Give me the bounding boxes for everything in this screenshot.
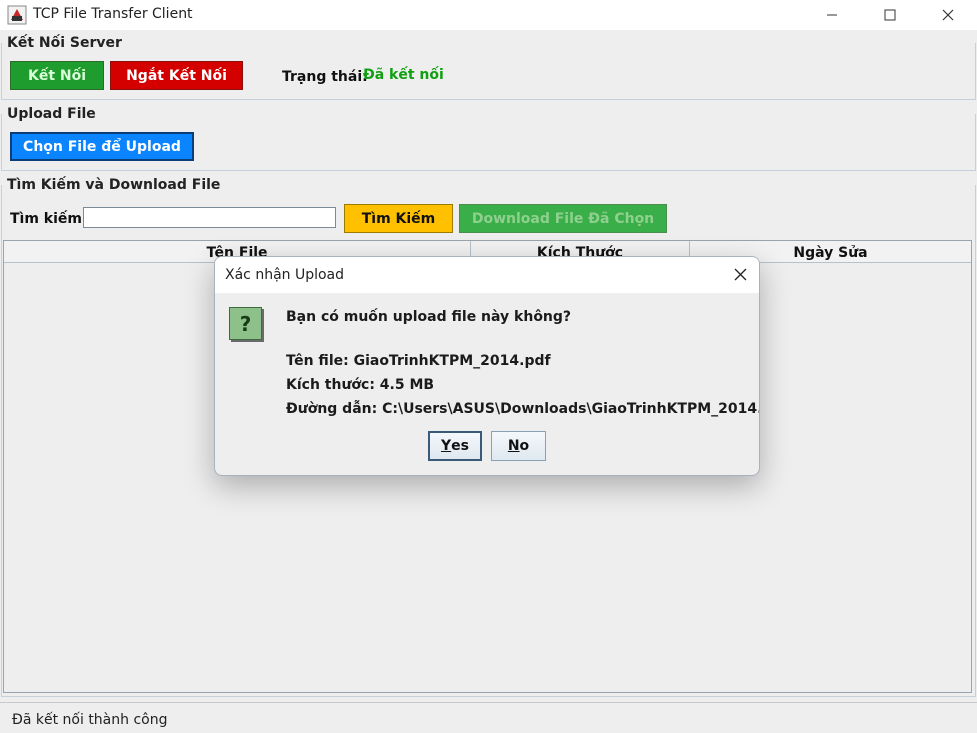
disconnect-button[interactable]: Ngắt Kết Nối (110, 61, 243, 90)
search-section-title: Tìm Kiếm và Download File (7, 177, 223, 193)
minimize-icon[interactable] (802, 0, 862, 30)
search-label: Tìm kiếm: (10, 211, 88, 227)
question-icon: ? (229, 307, 262, 340)
no-label-rest: o (519, 438, 530, 454)
window-title: TCP File Transfer Client (33, 6, 193, 22)
status-bar-text: Đã kết nối thành công (12, 712, 168, 728)
download-selected-button[interactable]: Download File Đã Chọn (459, 204, 667, 233)
upload-confirm-dialog[interactable]: Xác nhận Upload ? Bạn có muốn upload fil… (214, 256, 760, 476)
yes-mnemonic: Y (441, 438, 452, 454)
yes-label-rest: es (451, 438, 469, 454)
no-mnemonic: N (507, 438, 520, 454)
dialog-close-icon[interactable] (729, 263, 751, 285)
connection-status-value: Đã kết nối (363, 67, 444, 83)
status-bar: Đã kết nối thành công (0, 702, 977, 733)
connection-section-title: Kết Nối Server (7, 35, 124, 51)
close-icon[interactable] (918, 0, 977, 30)
status-label: Trạng thái: (282, 69, 368, 85)
yes-button[interactable]: Yes (428, 431, 482, 461)
no-button[interactable]: No (491, 431, 546, 461)
dialog-file-name: Tên file: GiaoTrinhKTPM_2014.pdf (286, 353, 551, 369)
search-button[interactable]: Tìm Kiếm (344, 204, 453, 233)
window-titlebar[interactable]: TCP File Transfer Client (0, 0, 977, 30)
connect-button[interactable]: Kết Nối (10, 61, 104, 90)
dialog-titlebar[interactable]: Xác nhận Upload (215, 257, 759, 293)
dialog-file-size: Kích thước: 4.5 MB (286, 377, 435, 393)
dialog-question: Bạn có muốn upload file này không? (286, 309, 572, 325)
dialog-title: Xác nhận Upload (225, 267, 345, 283)
choose-file-upload-button[interactable]: Chọn File để Upload (10, 132, 194, 161)
search-input[interactable] (83, 207, 336, 228)
maximize-icon[interactable] (860, 0, 920, 30)
dialog-file-path: Đường dẫn: C:\Users\ASUS\Downloads\GiaoT… (286, 401, 760, 417)
upload-section-title: Upload File (7, 106, 98, 122)
java-app-icon (7, 5, 27, 25)
